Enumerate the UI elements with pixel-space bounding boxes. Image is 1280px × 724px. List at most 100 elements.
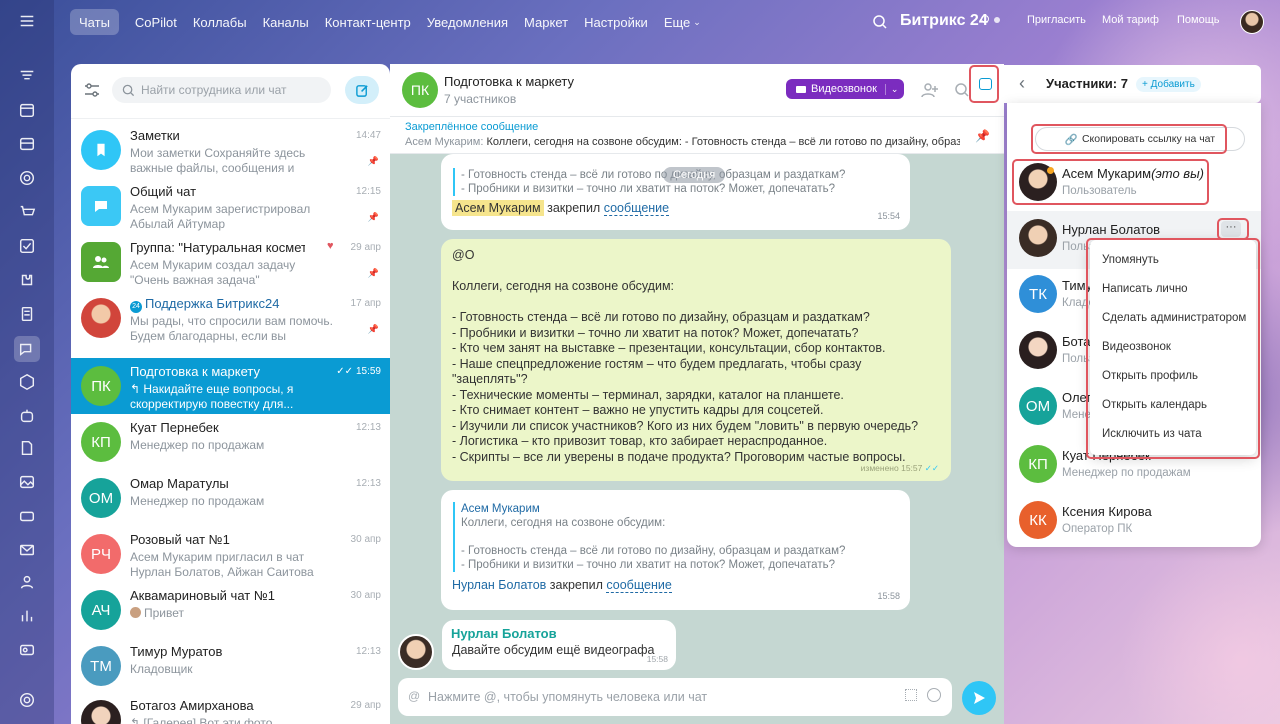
chat-item-aqua[interactable]: АЧ Аквамариновый чат №1 Привет 30 апр: [71, 582, 390, 638]
more-options-icon[interactable]: ···: [1221, 221, 1241, 237]
search-icon[interactable]: [872, 14, 888, 30]
users-icon[interactable]: [17, 572, 37, 592]
nav-chats[interactable]: Чаты: [70, 9, 119, 35]
nav-copilot[interactable]: CoPilot: [135, 9, 177, 35]
message-line: - Кто снимает контент – важно не упустит…: [452, 403, 824, 417]
chat-preview: Асем Мукарим пригласил в чат Нурлан Бола…: [130, 550, 314, 579]
chat-item-cosmetics-group[interactable]: Группа: "Натуральная косметика" ♥ Асем М…: [71, 234, 390, 290]
menu-open-calendar[interactable]: Открыть календарь: [1102, 399, 1207, 411]
drive-icon[interactable]: [17, 506, 37, 526]
chats-icon[interactable]: [14, 336, 40, 362]
video-call-button[interactable]: Видеозвонок ⌄: [786, 79, 904, 99]
sender-avatar[interactable]: [398, 634, 434, 670]
archive-icon[interactable]: [17, 134, 37, 154]
pinned-message-bar[interactable]: Закреплённое сообщение Асем Мукарим: Кол…: [390, 117, 1004, 154]
cart-icon[interactable]: [17, 202, 37, 222]
heart-icon: ♥: [327, 240, 334, 252]
nav-more[interactable]: Еще ⌄: [664, 9, 701, 35]
chat-name: 24 Поддержка Битрикс24: [130, 296, 330, 313]
hexagon-icon[interactable]: [17, 372, 37, 392]
nav-notifications[interactable]: Уведомления: [427, 9, 508, 35]
tariff-link[interactable]: Мой тариф: [1102, 14, 1159, 26]
add-participant-button[interactable]: + Добавить: [1136, 77, 1201, 92]
message-pin-notice-2[interactable]: Асем Мукарим Коллеги, сегодня на созвоне…: [441, 490, 910, 610]
settings-icon[interactable]: [17, 690, 37, 710]
member-role: Оператор ПК: [1062, 523, 1133, 535]
message-input[interactable]: @ Нажмите @, чтобы упомянуть человека ил…: [398, 678, 952, 716]
add-user-icon[interactable]: [921, 82, 939, 98]
chat-item-botagoz[interactable]: Ботагоз Амирханова ↰ [Галерея] Вот эти ф…: [71, 692, 390, 724]
file-icon[interactable]: [17, 438, 37, 458]
menu-make-admin[interactable]: Сделать администратором: [1102, 312, 1246, 324]
chat-avatar[interactable]: ПК: [402, 72, 438, 108]
member-role: Пользователь: [1062, 185, 1137, 197]
filter-icon[interactable]: [83, 81, 101, 99]
search-icon[interactable]: [954, 82, 970, 98]
message-author[interactable]: Нурлан Болатов: [452, 578, 546, 592]
mail-icon[interactable]: [17, 540, 37, 560]
chat-item-market-prep[interactable]: ПК Подготовка к маркету ↰ Накидайте еще …: [71, 358, 390, 414]
target-icon[interactable]: [17, 168, 37, 188]
message-agenda[interactable]: @О Коллеги, сегодня на созвоне обсудим: …: [441, 239, 951, 481]
puzzle-icon[interactable]: [17, 270, 37, 290]
quote-line: [461, 530, 893, 544]
analytics-icon[interactable]: [17, 606, 37, 626]
tasks-icon[interactable]: [17, 236, 37, 256]
chat-search-input[interactable]: Найти сотрудника или чат: [112, 77, 331, 103]
chat-item-notes[interactable]: Заметки Мои заметки Сохраняйте здесь важ…: [71, 122, 390, 178]
member-asem[interactable]: Асем Мукарим(это вы) Пользователь: [1007, 155, 1261, 213]
panel-toggle-icon[interactable]: [979, 78, 992, 90]
message-pin-notice-1[interactable]: - Готовность стенда – всё ли готово по д…: [441, 154, 910, 230]
menu-icon[interactable]: [17, 11, 37, 31]
message-video[interactable]: Нурлан Болатов Давайте обсудим ещё видео…: [442, 620, 676, 670]
nav-channels[interactable]: Каналы: [263, 9, 309, 35]
menu-remove-from-chat[interactable]: Исключить из чата: [1102, 428, 1202, 440]
chat-item-pink[interactable]: РЧ Розовый чат №1 Асем Мукарим пригласил…: [71, 526, 390, 582]
grid-icon[interactable]: [905, 689, 917, 701]
message-author[interactable]: Асем Мукарим: [452, 200, 544, 216]
member-name: Нурлан Болатов: [1062, 222, 1161, 237]
read-check-icon: ✓✓: [924, 462, 939, 473]
send-button[interactable]: [962, 681, 996, 715]
chat-item-general[interactable]: Общий чат Асем Мукарим зарегистрировал А…: [71, 178, 390, 234]
feed-icon[interactable]: [17, 66, 37, 86]
chat-title[interactable]: Подготовка к маркету: [444, 74, 574, 89]
support-badge-icon: 24: [130, 301, 142, 313]
chat-item-support[interactable]: 24 Поддержка Битрикс24 Мы рады, что спрос…: [71, 290, 390, 346]
status-dot-icon: [994, 17, 1000, 23]
chat-item-kuat[interactable]: КП Куат Пернебек Менеджер по продажам 12…: [71, 414, 390, 470]
menu-mention[interactable]: Упомянуть: [1102, 254, 1159, 266]
id-card-icon[interactable]: [17, 640, 37, 660]
chat-item-omar[interactable]: ОМ Омар Маратулы Менеджер по продажам 12…: [71, 470, 390, 526]
invite-link[interactable]: Пригласить: [1027, 14, 1086, 26]
pin-icon[interactable]: 📌: [975, 129, 990, 143]
chat-time: 29 апр: [350, 700, 381, 711]
gallery-icon[interactable]: [17, 472, 37, 492]
robot-icon[interactable]: [17, 406, 37, 426]
calendar-icon[interactable]: [17, 100, 37, 120]
nav-collabs[interactable]: Коллабы: [193, 9, 247, 35]
chat-item-timur[interactable]: ТМ Тимур Муратов Кладовщик 12:13: [71, 638, 390, 694]
message-input-placeholder: Нажмите @, чтобы упомянуть человека или …: [428, 690, 708, 704]
copy-link-button[interactable]: 🔗 Скопировать ссылку на чат: [1035, 127, 1245, 151]
back-arrow-icon[interactable]: ‹: [1019, 73, 1025, 94]
chat-subtitle[interactable]: 7 участников: [444, 92, 516, 106]
help-link[interactable]: Помощь: [1177, 14, 1220, 26]
nav-settings[interactable]: Настройки: [584, 9, 648, 35]
member-ksenia[interactable]: КК Ксения Кирова Оператор ПК: [1007, 493, 1261, 551]
nav-market[interactable]: Маркет: [524, 9, 568, 35]
menu-open-profile[interactable]: Открыть профиль: [1102, 370, 1198, 382]
menu-write-direct[interactable]: Написать лично: [1102, 283, 1188, 295]
brand-logo[interactable]: Битрикс 24: [900, 12, 988, 30]
chat-name: Омар Маратулы: [130, 476, 229, 491]
emoji-icon[interactable]: [927, 688, 941, 702]
message-link[interactable]: сообщение: [603, 201, 670, 216]
menu-video-call[interactable]: Видеозвонок: [1102, 341, 1171, 353]
nav-contact-center[interactable]: Контакт-центр: [325, 9, 411, 35]
docs-icon[interactable]: [17, 304, 37, 324]
new-chat-button[interactable]: [345, 76, 379, 104]
user-avatar[interactable]: [1240, 10, 1264, 34]
message-link[interactable]: сообщение: [606, 578, 672, 593]
chat-time: 17 апр: [350, 298, 381, 309]
message-author[interactable]: Нурлан Болатов: [451, 626, 557, 642]
